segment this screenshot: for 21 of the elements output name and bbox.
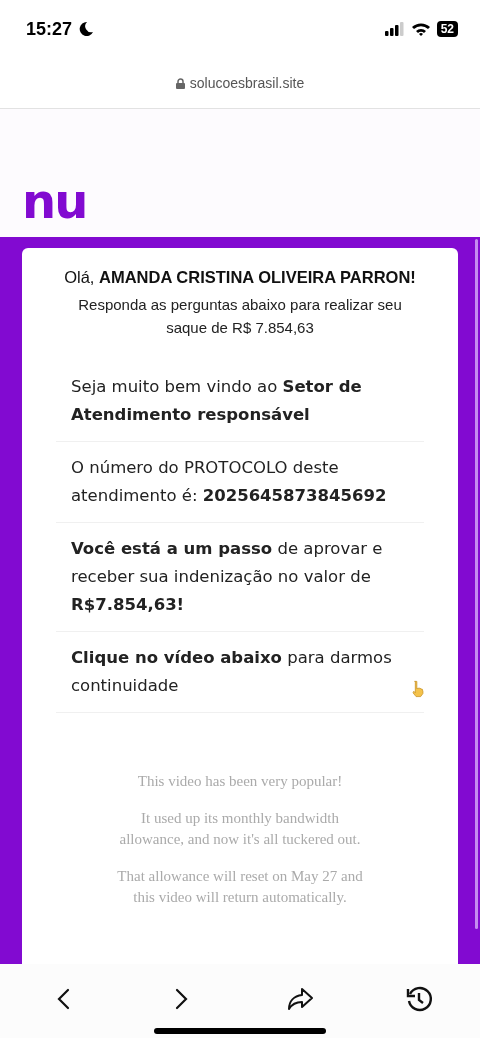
url-text[interactable]: solucoesbrasil.site: [189, 75, 305, 91]
brand-logo: nu: [22, 179, 87, 223]
greeting-text: Olá, AMANDA CRISTINA OLIVEIRA PARRON!: [64, 268, 416, 287]
history-icon: [404, 985, 433, 1013]
video-notice-text: This video has been very popular!: [137, 772, 343, 791]
message-text: Seja muito bem vindo ao Setor de Atendimento responsável: [56, 361, 424, 442]
chevron-left-icon: [56, 988, 70, 1010]
wifi-icon: [410, 22, 431, 36]
video-notice-text: That allowance will reset on May 27 and this video will return automatically.: [116, 867, 364, 907]
video-notice-text: It used up its monthly bandwidth allowance, and now it's all tuckered out.: [118, 809, 362, 849]
share-icon: [286, 987, 315, 1011]
moon-icon: [78, 21, 95, 37]
clock-time: 15:27: [26, 18, 73, 40]
chevron-right-icon: [174, 988, 189, 1010]
lock-icon: [175, 77, 185, 89]
battery-level: 52: [436, 21, 458, 37]
message-text: O número do PROTOCOLO deste atendimento é: 2025645873845692: [56, 442, 424, 523]
message-text: Clique no vídeo abaixo para darmos continuidade: [71, 647, 393, 697]
instruction-text: Responda as perguntas abaixo para realizar seu saque de R$ 7.854,63: [77, 295, 403, 338]
signal-icon: [384, 22, 405, 36]
message-text: Você está a um passo de aprovar e receber sua indenização no valor de R$7.854,63!: [56, 523, 424, 632]
